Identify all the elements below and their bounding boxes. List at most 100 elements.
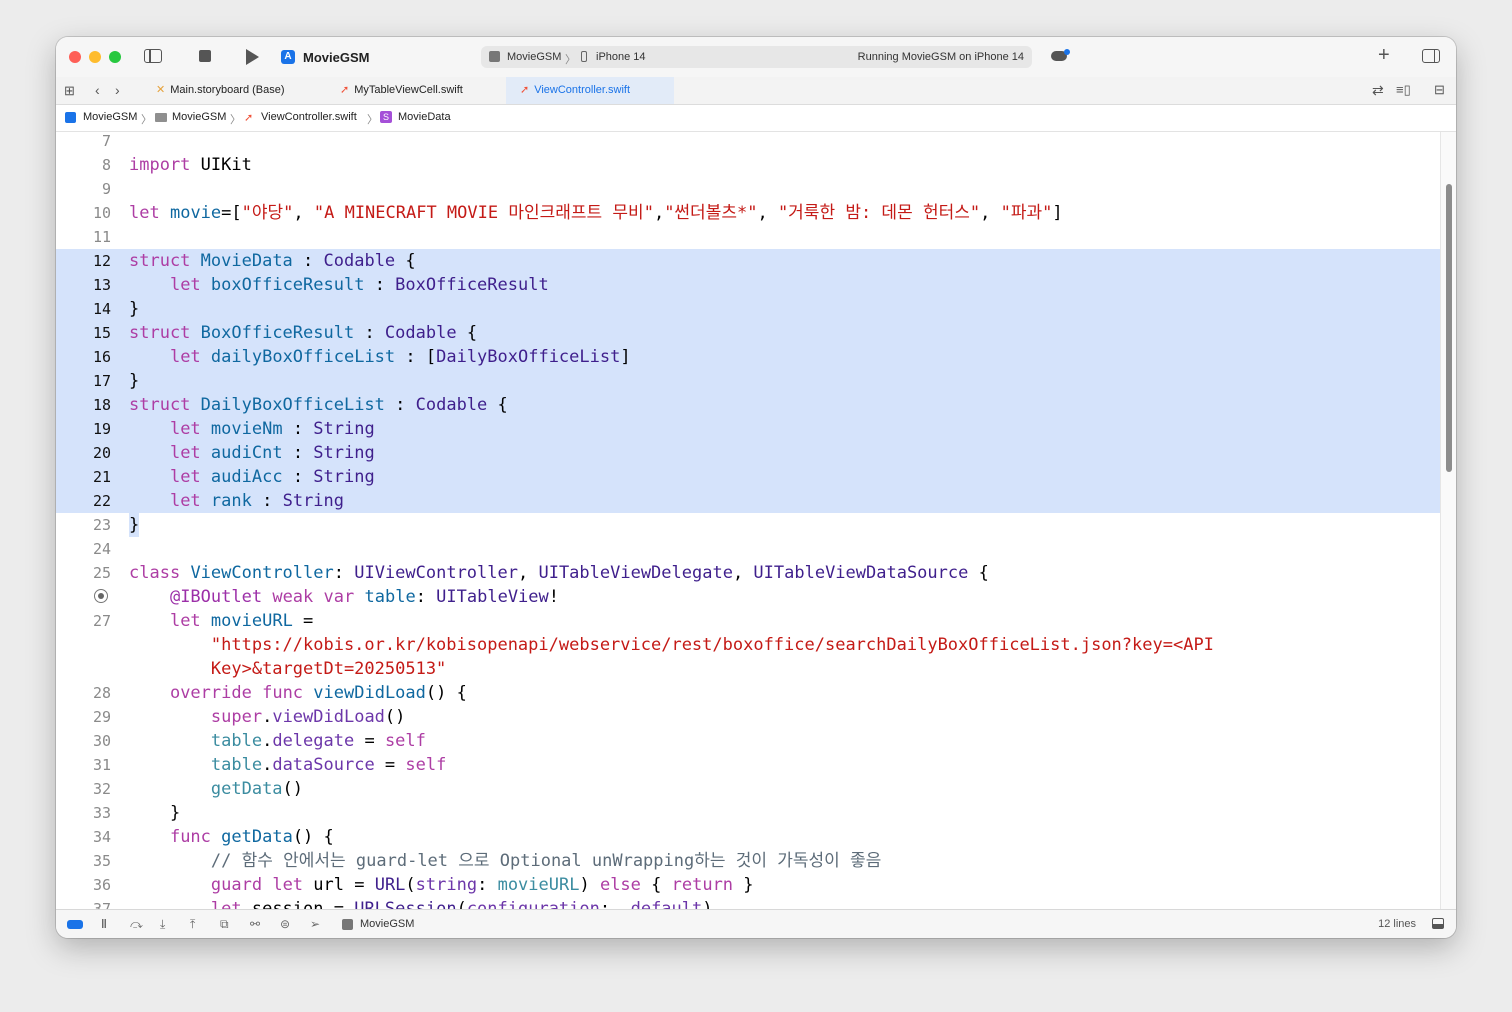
navigator-toggle-icon[interactable]: [144, 49, 162, 63]
code-line-selected[interactable]: 21 let audiAcc : String: [56, 465, 1440, 489]
scheme-target[interactable]: MovieGSM: [507, 51, 561, 63]
code-line[interactable]: 24: [56, 537, 1440, 561]
code-line[interactable]: 31 table.dataSource = self: [56, 753, 1440, 777]
step-out-icon[interactable]: ⤒: [190, 917, 195, 932]
code-line[interactable]: 7: [56, 132, 1440, 153]
breadcrumb-file[interactable]: ViewController.swift: [261, 111, 357, 123]
line-number: 19: [92, 420, 111, 438]
line-number: 29: [92, 708, 111, 726]
code-line[interactable]: @IBOutlet weak var table: UITableView!: [56, 585, 1440, 609]
scheme-selector[interactable]: MovieGSM 〉 iPhone 14 Running MovieGSM on…: [481, 46, 1032, 68]
code-line-selected[interactable]: 13 let boxOfficeResult : BoxOfficeResult: [56, 273, 1440, 297]
debug-area-toggle-icon[interactable]: [67, 920, 83, 929]
line-number: 18: [92, 396, 111, 414]
line-number: 35: [92, 852, 111, 870]
code-line-selected[interactable]: 19 let movieNm : String: [56, 417, 1440, 441]
step-into-icon[interactable]: ⤓: [160, 917, 165, 932]
line-number: 22: [92, 492, 111, 510]
location-icon[interactable]: ➢: [310, 917, 320, 931]
memory-graph-icon[interactable]: ⚯: [250, 917, 260, 931]
code-line[interactable]: 36 guard let url = URL(string: movieURL)…: [56, 873, 1440, 897]
code-line[interactable]: 33 }: [56, 801, 1440, 825]
tab-viewcontroller[interactable]: ➚ ViewController.swift: [506, 77, 674, 104]
close-window-button[interactable]: [69, 51, 81, 63]
code-line-selected[interactable]: 18 struct DailyBoxOfficeList : Codable {: [56, 393, 1440, 417]
code-line-selected[interactable]: 15 struct BoxOfficeResult : Codable {: [56, 321, 1440, 345]
pause-icon[interactable]: ‖: [101, 917, 107, 931]
swift-file-icon: ➚: [340, 84, 350, 96]
chevron-right-icon: 〉: [230, 114, 241, 126]
window-toolbar: A MovieGSM MovieGSM 〉 iPhone 14 Running …: [56, 37, 1456, 78]
code-line[interactable]: 35 // 함수 안에서는 guard-let 으로 Optional unWr…: [56, 849, 1440, 873]
run-icon[interactable]: [246, 49, 259, 65]
add-icon[interactable]: +: [1378, 45, 1390, 65]
code-line-selected[interactable]: 12 struct MovieData : Codable {: [56, 249, 1440, 273]
code-line-selected[interactable]: 17}: [56, 369, 1440, 393]
tab-label: ViewController.swift: [534, 84, 630, 96]
related-items-icon[interactable]: ⇄: [1372, 82, 1384, 98]
xcode-window: A MovieGSM MovieGSM 〉 iPhone 14 Running …: [56, 37, 1456, 938]
run-status: Running MovieGSM on iPhone 14: [857, 51, 1024, 63]
code-line[interactable]: 32 getData(): [56, 777, 1440, 801]
code-line[interactable]: 27 let movieURL =: [56, 609, 1440, 633]
code-line-selected[interactable]: 16 let dailyBoxOfficeList : [DailyBoxOff…: [56, 345, 1440, 369]
code-line[interactable]: 8 import UIKit: [56, 153, 1440, 177]
code-line[interactable]: 11: [56, 225, 1440, 249]
code-line-selected[interactable]: 22 let rank : String: [56, 489, 1440, 513]
code-line[interactable]: "https://kobis.or.kr/kobisopenapi/webser…: [56, 633, 1440, 657]
code-line-selected[interactable]: 20 let audiCnt : String: [56, 441, 1440, 465]
zoom-window-button[interactable]: [109, 51, 121, 63]
code-line[interactable]: 30 table.delegate = self: [56, 729, 1440, 753]
line-number: 27: [92, 612, 111, 630]
code-line[interactable]: 29 super.viewDidLoad(): [56, 705, 1440, 729]
environment-overrides-icon[interactable]: ⊜: [280, 917, 290, 931]
breadcrumb-folder[interactable]: MovieGSM: [172, 111, 226, 123]
code-line[interactable]: 37 let session = URLSession(configuratio…: [56, 897, 1440, 909]
line-number: 23: [92, 516, 111, 534]
line-number: 34: [92, 828, 111, 846]
tab-label: Main.storyboard (Base): [170, 84, 285, 96]
line-number: 37: [92, 900, 111, 909]
debug-bar: ‖ ⤼ ⤓ ⤒ ⧉ ⚯ ⊜ ➢ MovieGSM 12 lines: [56, 909, 1456, 938]
outlet-connection-icon[interactable]: [94, 589, 108, 603]
scheme-device[interactable]: iPhone 14: [596, 51, 646, 63]
breadcrumb-symbol[interactable]: MovieData: [398, 111, 451, 123]
code-line[interactable]: 25 class ViewController: UIViewController…: [56, 561, 1440, 585]
selection-info: 12 lines: [1378, 918, 1416, 930]
back-icon[interactable]: ‹: [95, 82, 100, 98]
code-line-selected[interactable]: 14}: [56, 297, 1440, 321]
cloud-status-icon[interactable]: [1051, 49, 1070, 61]
source-editor[interactable]: 7 8 import UIKit 9 10 let movie=["야당", "A …: [56, 132, 1440, 909]
line-number: 24: [92, 540, 111, 558]
project-icon: [65, 112, 76, 123]
split-editor-icon[interactable]: ⊟: [1434, 82, 1445, 98]
console-toggle-icon[interactable]: [1432, 918, 1444, 929]
line-number: 7: [101, 132, 111, 150]
line-number: 10: [92, 204, 111, 222]
code-line[interactable]: 23}: [56, 513, 1440, 537]
code-line[interactable]: 10 let movie=["야당", "A MINECRAFT MOVIE 마인…: [56, 201, 1440, 225]
editor-scrollbar[interactable]: [1440, 132, 1456, 909]
forward-icon[interactable]: ›: [115, 82, 120, 98]
code-line[interactable]: Key>&targetDt=20250513": [56, 657, 1440, 681]
tab-mytableviewcell[interactable]: ➚ MyTableViewCell.swift: [324, 77, 520, 104]
swift-file-icon: ➚: [244, 112, 254, 124]
line-number: 15: [92, 324, 111, 342]
grid-icon[interactable]: ⊞: [64, 83, 75, 99]
breadcrumb-project[interactable]: MovieGSM: [83, 111, 137, 123]
minimize-window-button[interactable]: [89, 51, 101, 63]
line-number: 13: [92, 276, 111, 294]
line-number: 21: [92, 468, 111, 486]
inspector-toggle-icon[interactable]: [1422, 49, 1440, 63]
debug-target[interactable]: MovieGSM: [360, 918, 414, 930]
editor-options-icon[interactable]: ≡▯: [1396, 82, 1411, 98]
view-hierarchy-icon[interactable]: ⧉: [220, 917, 229, 932]
step-over-icon[interactable]: ⤼: [130, 917, 143, 932]
scrollbar-thumb[interactable]: [1446, 184, 1452, 472]
stop-icon[interactable]: [199, 50, 211, 62]
code-line[interactable]: 34 func getData() {: [56, 825, 1440, 849]
line-number: 25: [92, 564, 111, 582]
code-line[interactable]: 28 override func viewDidLoad() {: [56, 681, 1440, 705]
code-line[interactable]: 9: [56, 177, 1440, 201]
tab-main-storyboard[interactable]: ✕ Main.storyboard (Base): [144, 77, 336, 104]
